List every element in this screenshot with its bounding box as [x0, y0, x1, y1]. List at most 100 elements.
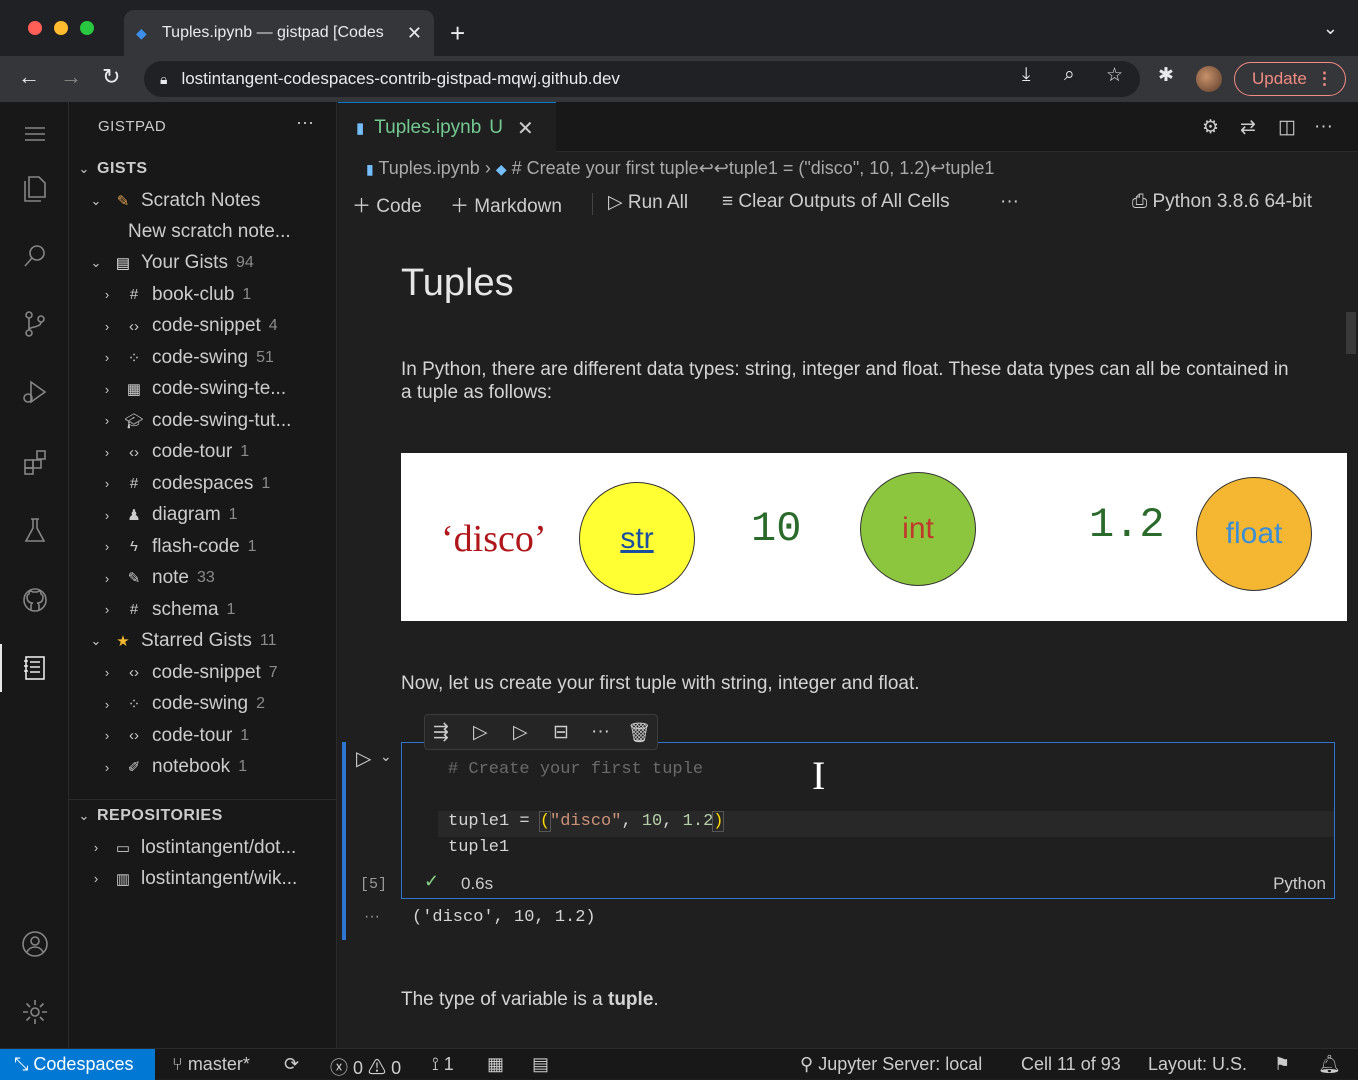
kebab-menu-icon[interactable]: ⋮ [1316, 69, 1333, 89]
tab-search-chevron-icon[interactable]: ⌄ [1323, 18, 1338, 39]
jupyter-server-indicator[interactable]: ⚲ Jupyter Server: local [800, 1054, 982, 1075]
search-icon[interactable] [0, 226, 69, 286]
run-above-icon[interactable]: ▷ [473, 721, 488, 744]
gist-item[interactable]: › ⁘ code-swing 51 [100, 342, 368, 373]
gist-item[interactable]: › ▦ code-swing-te... [100, 374, 368, 405]
back-arrow-icon[interactable]: ← [18, 64, 40, 90]
starred-gists-item[interactable]: ⌄ ★ Starred Gists 11 [89, 625, 357, 656]
gist-item[interactable]: › # schema 1 [100, 594, 368, 625]
add-code-cell-button[interactable]: ＋ Code [352, 191, 422, 218]
accounts-icon[interactable] [0, 914, 69, 974]
notebook-file-icon: ▮ [366, 161, 374, 177]
ten-text: 10 [751, 505, 802, 553]
extensions-puzzle-icon[interactable]: ✱ [1158, 64, 1174, 87]
run-all-button[interactable]: ▷ Run All [608, 191, 688, 214]
minimize-window-button[interactable] [54, 21, 68, 35]
more-toolbar-icon[interactable]: ··· [1000, 191, 1019, 213]
update-button[interactable]: Update ⋮ [1234, 62, 1346, 96]
gist-item[interactable]: › ⁘ code-swing 2 [100, 689, 368, 720]
source-control-icon[interactable] [0, 294, 69, 354]
more-cell-actions-icon[interactable]: ··· [591, 721, 610, 743]
split-cell-icon[interactable]: ⊟ [553, 721, 569, 744]
testing-flask-icon[interactable] [0, 500, 69, 560]
add-markdown-cell-button[interactable]: ＋ Markdown [450, 191, 562, 218]
output-more-icon[interactable]: ··· [364, 908, 380, 926]
extensions-icon[interactable] [0, 432, 69, 492]
gistpad-notebook-icon[interactable] [0, 638, 69, 698]
notifications-bell-icon[interactable]: 🔔︎ [1318, 1054, 1341, 1075]
run-options-chevron-icon[interactable]: ⌄ [380, 748, 392, 765]
install-app-icon[interactable]: ⤓ [1022, 64, 1030, 86]
zoom-icon[interactable]: ⌕ [1064, 64, 1075, 86]
vscode-favicon-icon: ◆ [136, 25, 147, 41]
sync-icon[interactable]: ⟳ [284, 1054, 299, 1075]
gist-item[interactable]: › ‹› code-tour 1 [100, 720, 368, 751]
run-debug-icon[interactable] [0, 362, 69, 422]
close-tab-icon[interactable]: ✕ [407, 23, 422, 44]
address-bar[interactable]: 🔒︎ lostintangent-codespaces-contrib-gist… [144, 61, 1140, 97]
profile-avatar[interactable] [1196, 66, 1222, 92]
scrollbar-thumb[interactable] [1346, 312, 1356, 354]
gist-item[interactable]: › # book-club 1 [100, 279, 368, 310]
scratch-notes-item[interactable]: ⌄ ✎ Scratch Notes [89, 185, 357, 216]
settings-gear-icon[interactable] [0, 982, 69, 1042]
feedback-icon[interactable]: ⚑ [1274, 1054, 1290, 1075]
calendar-icon[interactable]: ▦ [487, 1054, 504, 1075]
more-actions-icon[interactable]: ··· [296, 112, 314, 133]
gist-item[interactable]: › 🎓︎ code-swing-tut... [100, 405, 368, 436]
gist-item[interactable]: › ‹› code-snippet 7 [100, 657, 368, 688]
ports-indicator[interactable]: ⟟ 1 [432, 1054, 454, 1075]
breadcrumb-cell[interactable]: # Create your first tuple↩↩tuple1 = ("di… [512, 158, 995, 178]
run-cell-icon[interactable]: ▷ [356, 746, 371, 771]
gist-item[interactable]: › ✐ notebook 1 [100, 752, 368, 783]
int-label: int [902, 512, 934, 545]
repositories-section-header[interactable]: ⌄ REPOSITORIES [77, 800, 345, 831]
gist-item[interactable]: › ✎ note 33 [100, 563, 368, 594]
gist-item[interactable]: › # codespaces 1 [100, 468, 368, 499]
problems-indicator[interactable]: ⓧ 0 ⚠ 0 [330, 1054, 401, 1080]
run-below-icon[interactable]: ▷ [513, 721, 528, 744]
repositories-header-label: REPOSITORIES [97, 806, 223, 824]
settings-gear-icon[interactable]: ⚙ [1202, 116, 1219, 139]
menu-hamburger-icon[interactable] [0, 104, 69, 164]
reload-icon[interactable]: ↻ [102, 64, 120, 90]
browser-tab-title: Tuples.ipynb — gistpad [Codes [162, 24, 384, 41]
remote-indicator[interactable]: ⤡ Codespaces [0, 1049, 155, 1080]
more-actions-icon[interactable]: ··· [1314, 116, 1333, 138]
clear-outputs-button[interactable]: ≡ Clear Outputs of All Cells [722, 191, 950, 213]
kernel-picker[interactable]: ⎙ Python 3.8.6 64-bit [1132, 191, 1312, 213]
chevron-right-icon: › [104, 665, 110, 680]
open-changes-icon[interactable]: ⇄ [1240, 116, 1256, 139]
keyboard-layout[interactable]: Layout: U.S. [1148, 1054, 1247, 1075]
new-tab-button[interactable]: + [450, 18, 465, 49]
gist-item[interactable]: › ‹› code-tour 1 [100, 437, 368, 468]
cell-position[interactable]: Cell 11 of 93 [1021, 1054, 1121, 1075]
gist-item[interactable]: › ‹› code-snippet 4 [100, 311, 368, 342]
code-cell[interactable]: # Create your first tuple tuple1 = ("dis… [401, 742, 1335, 899]
bookmark-star-icon[interactable]: ☆ [1106, 64, 1123, 87]
github-icon[interactable] [0, 570, 69, 630]
repo-item[interactable]: › ▭ lostintangent/dot... [89, 832, 357, 863]
repo-item[interactable]: › ▥ lostintangent/wik... [89, 863, 357, 894]
explorer-files-icon[interactable] [0, 157, 69, 217]
cell-language[interactable]: Python [1273, 874, 1326, 894]
gists-section-header[interactable]: ⌄ GISTS [77, 153, 345, 184]
gist-item[interactable]: › ϟ flash-code 1 [100, 531, 368, 562]
delete-cell-icon[interactable]: 🗑︎ [627, 721, 651, 745]
markdown-intro: In Python, there are different data type… [401, 359, 1289, 403]
branch-indicator[interactable]: ⑂ master* [172, 1054, 250, 1075]
editor-tab-tuples[interactable]: ▮ Tuples.ipynb U ✕ [338, 102, 556, 153]
close-editor-icon[interactable]: ✕ [517, 116, 534, 141]
breadcrumb-file[interactable]: Tuples.ipynb [378, 158, 479, 178]
maximize-window-button[interactable] [80, 21, 94, 35]
close-window-button[interactable] [28, 21, 42, 35]
execute-above-icon[interactable]: ⇶ [433, 721, 449, 744]
browser-tab[interactable]: ◆ Tuples.ipynb — gistpad [Codes ✕ [124, 10, 434, 56]
gist-item[interactable]: › ♟ diagram 1 [100, 500, 368, 531]
forward-arrow-icon[interactable]: → [60, 64, 82, 90]
notebook-status-icon[interactable]: ▤ [532, 1054, 549, 1075]
str-circle: str [579, 482, 695, 595]
your-gists-item[interactable]: ⌄ ▤ Your Gists 94 [89, 247, 357, 278]
split-editor-icon[interactable]: ◫ [1278, 116, 1296, 139]
gist-item-label: schema [152, 598, 219, 620]
